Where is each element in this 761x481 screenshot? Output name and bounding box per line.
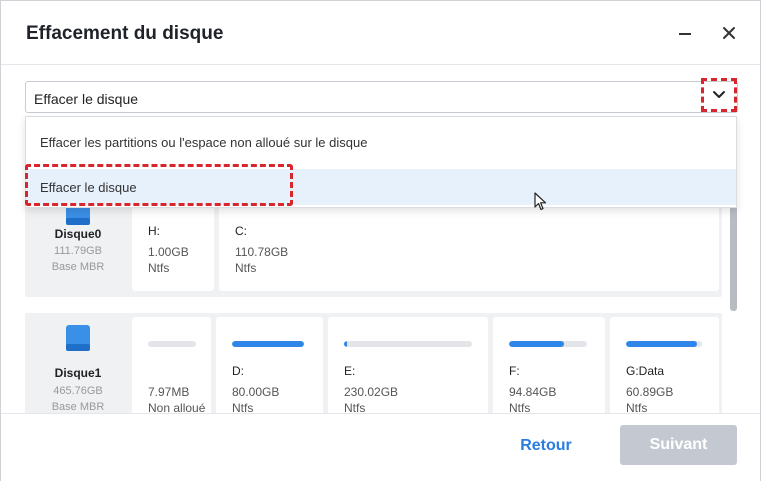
- partition-usage-bar: [344, 341, 472, 347]
- option-label: Effacer les partitions ou l'espace non a…: [40, 135, 368, 150]
- partition-filesystem: Ntfs: [626, 401, 648, 413]
- mouse-cursor-icon: [534, 192, 547, 211]
- partition-card[interactable]: F: 94.84GB Ntfs: [493, 317, 605, 413]
- partition-letter: F:: [509, 364, 520, 378]
- partition-size: 94.84GB: [509, 385, 557, 399]
- partition-filesystem: Ntfs: [148, 261, 170, 275]
- partition-letter: G:Data: [626, 364, 665, 378]
- dropdown-toggle-button[interactable]: [701, 78, 737, 112]
- erase-mode-dropdown: Effacer les partitions ou l'espace non a…: [25, 116, 737, 208]
- hard-disk-icon: [66, 325, 90, 351]
- partition-card-unallocated[interactable]: 7.97MB Non alloué: [132, 317, 211, 413]
- partition-card[interactable]: E: 230.02GB Ntfs: [328, 317, 488, 413]
- close-icon: [723, 27, 735, 39]
- next-button[interactable]: Suivant: [620, 425, 737, 465]
- erase-disk-dialog: Effacement du disque Effacer le disque D…: [0, 0, 761, 481]
- partition-usage-bar: [626, 341, 702, 347]
- minimize-icon: [679, 33, 691, 35]
- partition-size: 7.97MB: [148, 385, 190, 399]
- disk-name: Disque0: [54, 227, 102, 241]
- chevron-down-icon: [713, 91, 725, 98]
- disk-row-disque1[interactable]: Disque1 465.76GB Base MBR 7.97MB Non all…: [25, 313, 722, 413]
- minimize-button[interactable]: [673, 21, 697, 45]
- partition-size: 110.78GB: [235, 245, 289, 259]
- close-button[interactable]: [717, 21, 741, 45]
- back-button[interactable]: Retour: [501, 426, 591, 466]
- disk-name: Disque1: [54, 366, 102, 380]
- scrollbar-thumb[interactable]: [730, 193, 737, 311]
- partition-card[interactable]: D: 80.00GB Ntfs: [216, 317, 323, 413]
- partition-size: 230.02GB: [344, 385, 399, 399]
- partition-letter: C:: [235, 224, 247, 238]
- partition-card[interactable]: G:Data 60.89GB Ntfs: [610, 317, 719, 413]
- partition-filesystem: Ntfs: [509, 401, 531, 413]
- partition-letter: E:: [344, 364, 356, 378]
- dropdown-option-erase-partitions[interactable]: Effacer les partitions ou l'espace non a…: [26, 124, 736, 160]
- option-label: Effacer le disque: [40, 180, 137, 195]
- dropdown-option-erase-disk[interactable]: Effacer le disque: [26, 169, 736, 205]
- partition-filesystem: Ntfs: [232, 401, 254, 413]
- disk-type: Base MBR: [51, 261, 105, 273]
- partition-filesystem: Ntfs: [235, 261, 257, 275]
- erase-mode-select[interactable]: Effacer le disque: [25, 78, 738, 113]
- dialog-footer: Retour Suivant: [1, 413, 760, 481]
- disk-size: 111.79GB: [54, 245, 102, 257]
- partition-usage-bar: [509, 341, 587, 347]
- disk-size: 465.76GB: [53, 385, 103, 397]
- partition-letter: D:: [232, 364, 244, 378]
- partition-usage-bar: [148, 341, 196, 347]
- disk-info: Disque1 465.76GB Base MBR: [25, 313, 131, 413]
- partition-size: 60.89GB: [626, 385, 674, 399]
- partition-filesystem: Non alloué: [148, 401, 206, 413]
- partition-letter: H:: [148, 224, 160, 238]
- partition-size: 80.00GB: [232, 385, 280, 399]
- title-bar: Effacement du disque: [1, 1, 760, 65]
- partition-usage-bar: [232, 341, 304, 347]
- erase-mode-value: Effacer le disque: [34, 91, 139, 107]
- dialog-title: Effacement du disque: [26, 23, 224, 44]
- partition-filesystem: Ntfs: [344, 401, 366, 413]
- partition-size: 1.00GB: [148, 245, 189, 259]
- disk-type: Base MBR: [51, 401, 105, 413]
